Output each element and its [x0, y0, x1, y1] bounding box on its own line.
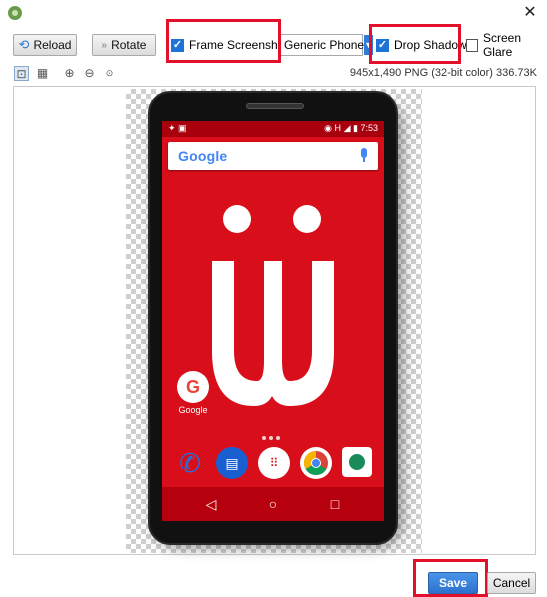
view-toolbar: ⊡ ▦ ⊕ ⊖ ⊙ 945x1,490 PNG (32-bit color) 3…: [0, 62, 547, 84]
save-button[interactable]: Save: [428, 572, 478, 594]
chrome-icon[interactable]: [300, 447, 332, 479]
zoom-out-icon[interactable]: ⊖: [82, 66, 97, 81]
android-studio-icon: [8, 6, 22, 20]
reload-icon: ⟲: [18, 37, 30, 52]
chevron-down-icon: ▼: [364, 35, 373, 55]
device-select[interactable]: Generic Phone ▼: [280, 34, 373, 56]
fit-icon[interactable]: ⊡: [14, 66, 29, 81]
actual-size-icon[interactable]: ⊙: [102, 66, 117, 81]
frame-screenshot-checkbox[interactable]: ✓ Frame Screenshot: [171, 34, 288, 56]
signal-icon: ◢: [343, 123, 351, 133]
phone-frame: ✦ ▣ ◉ H ◢ ▮ 7:53 Google G Google ✆ ▤ ⠿ ◁…: [148, 91, 398, 545]
network-type: H: [334, 123, 342, 133]
screen-glare-label: Screen Glare: [482, 31, 521, 59]
reload-button[interactable]: ⟲ Reload: [13, 34, 77, 56]
drop-shadow-label: Drop Shadow: [394, 38, 467, 52]
camera-icon[interactable]: [342, 447, 372, 477]
image-info: 945x1,490 PNG (32-bit color) 336.73K: [349, 67, 537, 79]
title-bar: ✕: [0, 0, 547, 28]
home-icon[interactable]: ○: [264, 495, 282, 513]
preview-panel: ✦ ▣ ◉ H ◢ ▮ 7:53 Google G Google ✆ ▤ ⠿ ◁…: [13, 86, 536, 555]
device-select-value: Generic Phone: [284, 38, 365, 52]
phone-icon[interactable]: ✆: [174, 447, 206, 479]
close-window-button[interactable]: ✕: [519, 3, 541, 23]
google-g-icon: G: [177, 371, 209, 403]
status-right: ◉ H ◢ ▮ 7:53: [324, 123, 378, 134]
transparency-background: ✦ ▣ ◉ H ◢ ▮ 7:53 Google G Google ✆ ▤ ⠿ ◁…: [126, 89, 422, 553]
nav-bar: ◁ ○ □: [162, 487, 384, 521]
google-search-bar[interactable]: Google: [168, 142, 378, 170]
cancel-button[interactable]: Cancel: [487, 572, 536, 594]
app-dock: ✆ ▤ ⠿: [162, 441, 384, 485]
google-app-shortcut[interactable]: G Google: [173, 371, 213, 415]
checkbox-unchecked-icon: [466, 38, 478, 52]
speaker-grille: [246, 103, 304, 109]
status-time: 7:53: [360, 123, 378, 133]
back-icon[interactable]: ◁: [202, 495, 220, 513]
screen-glare-checkbox[interactable]: Screen Glare: [466, 31, 547, 59]
notification-icons: ✦ ▣: [168, 123, 187, 133]
frame-screenshot-label: Frame Screenshot: [189, 38, 288, 52]
checkbox-checked-icon: ✓: [376, 38, 389, 52]
status-bar: ✦ ▣ ◉ H ◢ ▮ 7:53: [162, 121, 384, 137]
toolbar: ⟲ Reload » Rotate ✓ Frame Screenshot Gen…: [0, 28, 547, 60]
recents-icon[interactable]: □: [326, 495, 344, 513]
app-drawer-icon[interactable]: ⠿: [258, 447, 290, 479]
wifi-icon: ◉: [324, 123, 333, 133]
drop-shadow-checkbox[interactable]: ✓ Drop Shadow: [376, 34, 467, 56]
reload-label: Reload: [33, 38, 72, 52]
rotate-icon: »: [101, 39, 108, 51]
checkbox-checked-icon: ✓: [171, 38, 184, 52]
rotate-label: Rotate: [111, 38, 147, 52]
grid-icon[interactable]: ▦: [35, 66, 50, 81]
rotate-button[interactable]: » Rotate: [92, 34, 156, 56]
zoom-in-icon[interactable]: ⊕: [62, 66, 77, 81]
wallpaper-logo: [212, 205, 334, 406]
mic-icon[interactable]: [360, 148, 368, 162]
google-app-label: Google: [178, 405, 208, 415]
phone-screen: ✦ ▣ ◉ H ◢ ▮ 7:53 Google G Google ✆ ▤ ⠿ ◁…: [162, 121, 384, 521]
messages-icon[interactable]: ▤: [216, 447, 248, 479]
google-logo: Google: [178, 148, 228, 164]
battery-icon: ▮: [353, 123, 358, 133]
page-indicator: [262, 429, 286, 440]
